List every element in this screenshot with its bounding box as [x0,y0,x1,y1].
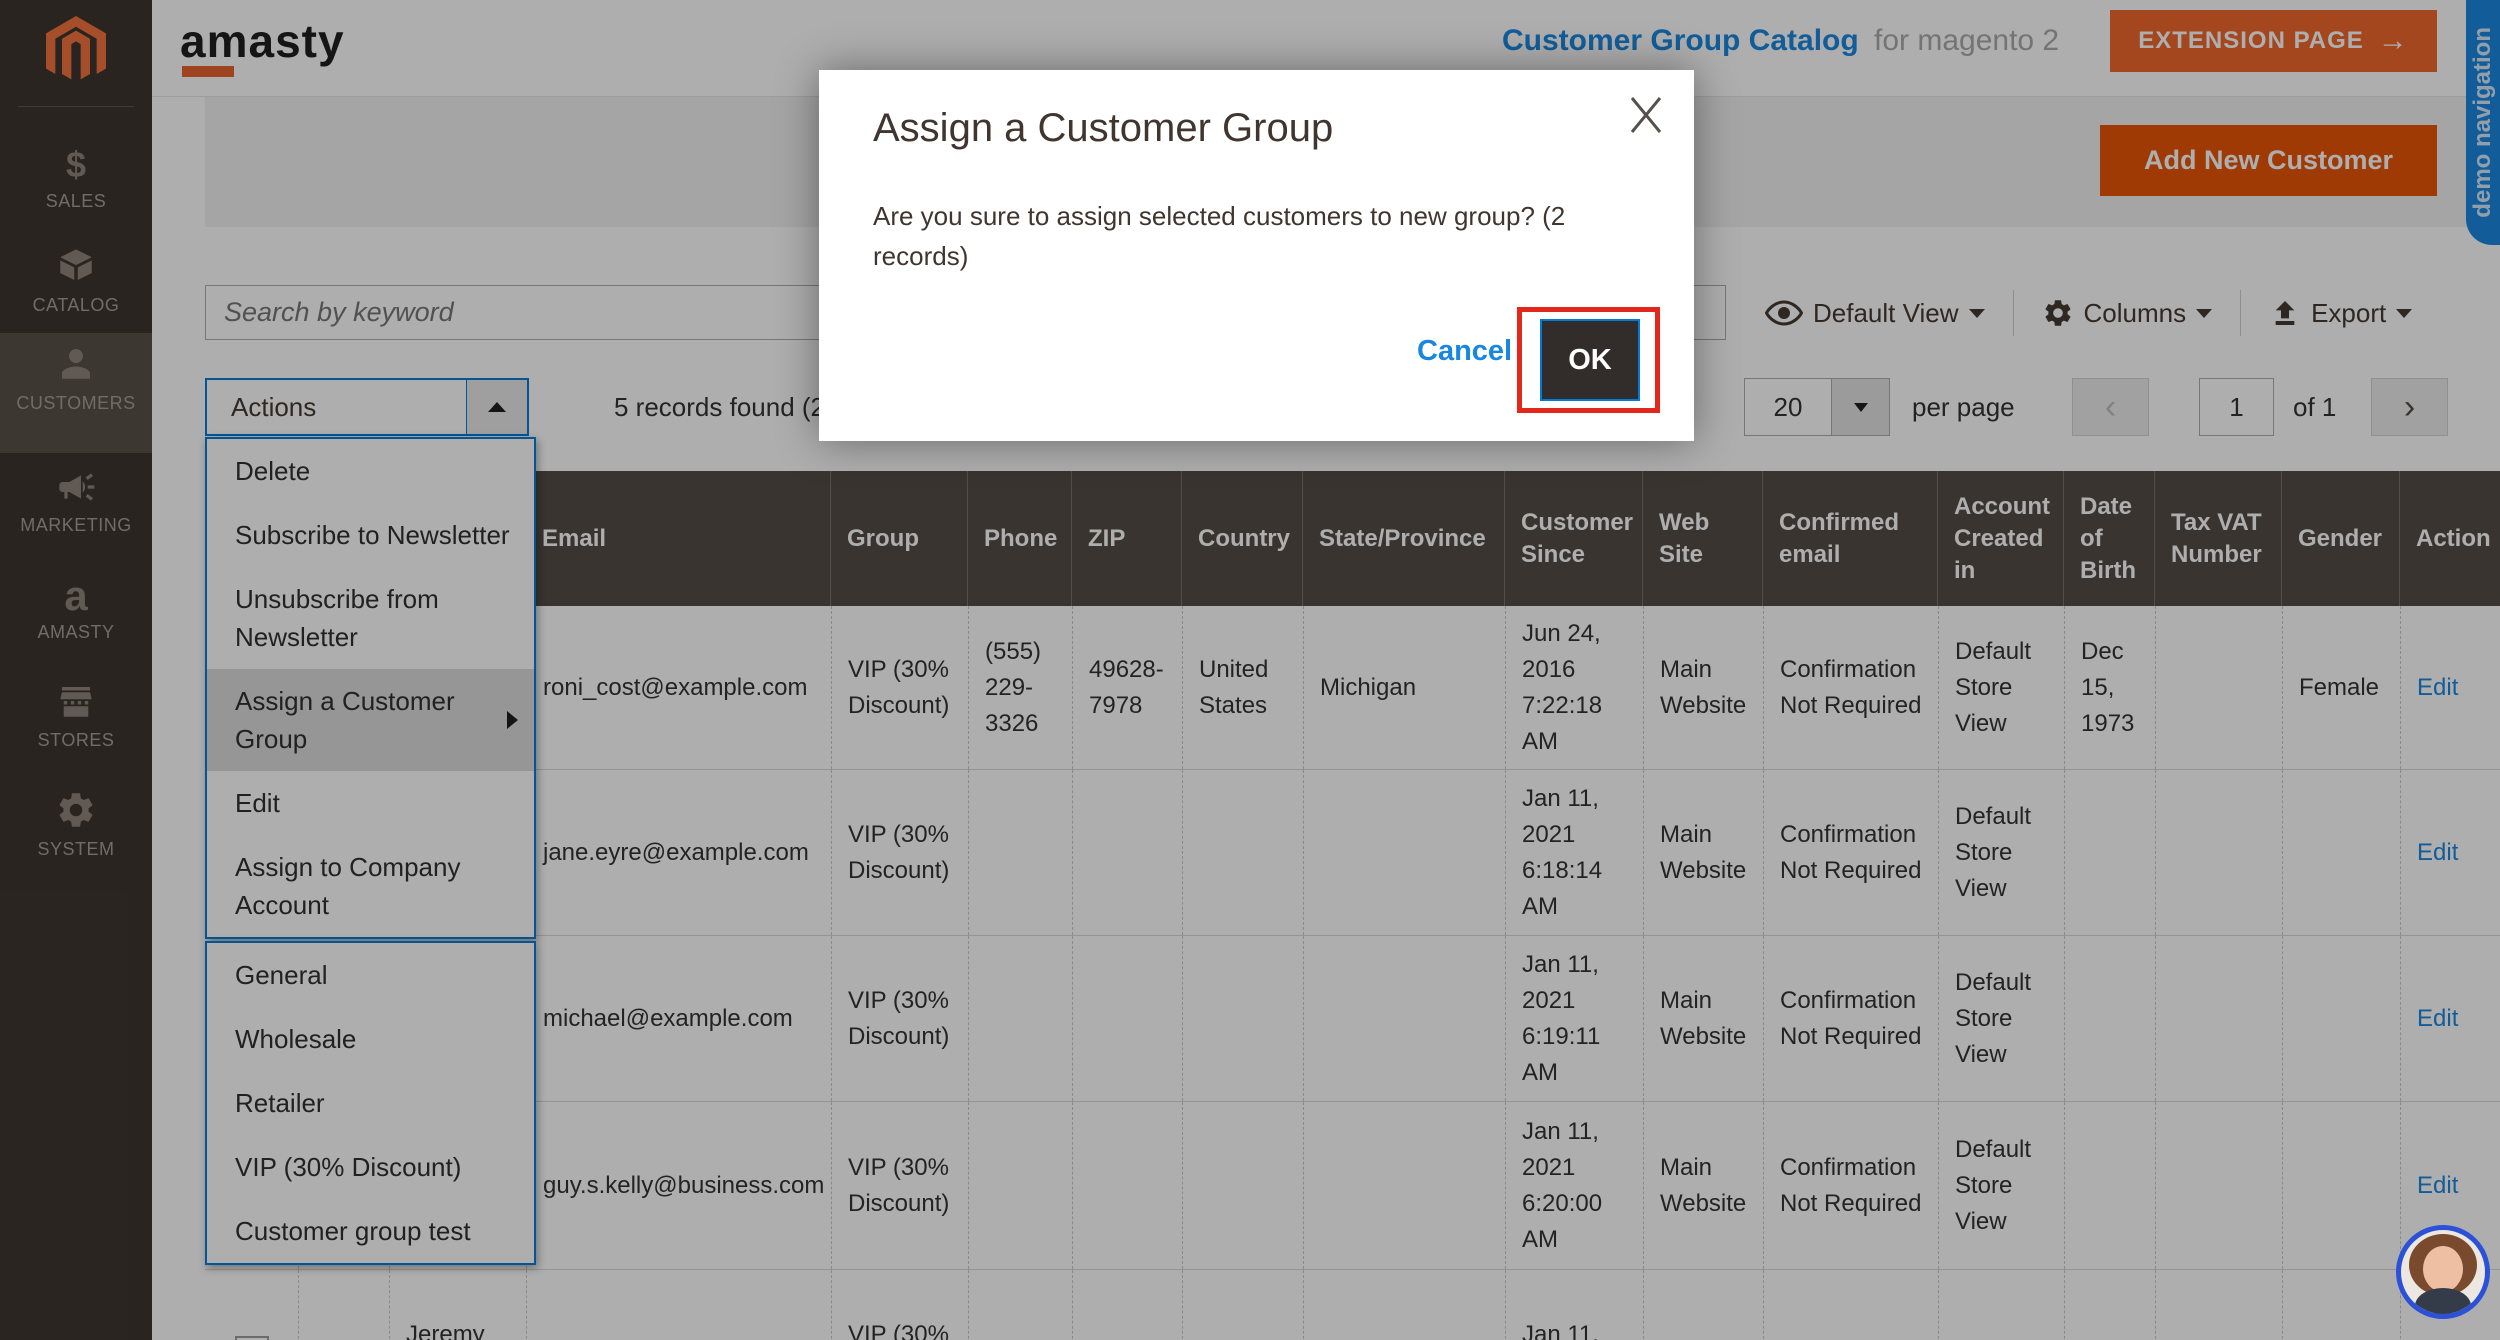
cancel-button[interactable]: Cancel [1417,335,1512,368]
ok-button[interactable]: OK [1540,319,1640,401]
avatar-body [2415,1288,2471,1319]
close-icon[interactable] [1624,92,1668,136]
modal-message: Are you sure to assign selected customer… [873,196,1633,276]
modal-title: Assign a Customer Group [873,106,1333,151]
avatar-face [2423,1246,2463,1292]
assign-group-modal: Assign a Customer Group Are you sure to … [819,70,1694,441]
chat-widget-avatar[interactable] [2396,1225,2490,1319]
magento-admin-page: $SALESCATALOGCUSTOMERSMARKETINGaAMASTYST… [0,0,2500,1340]
